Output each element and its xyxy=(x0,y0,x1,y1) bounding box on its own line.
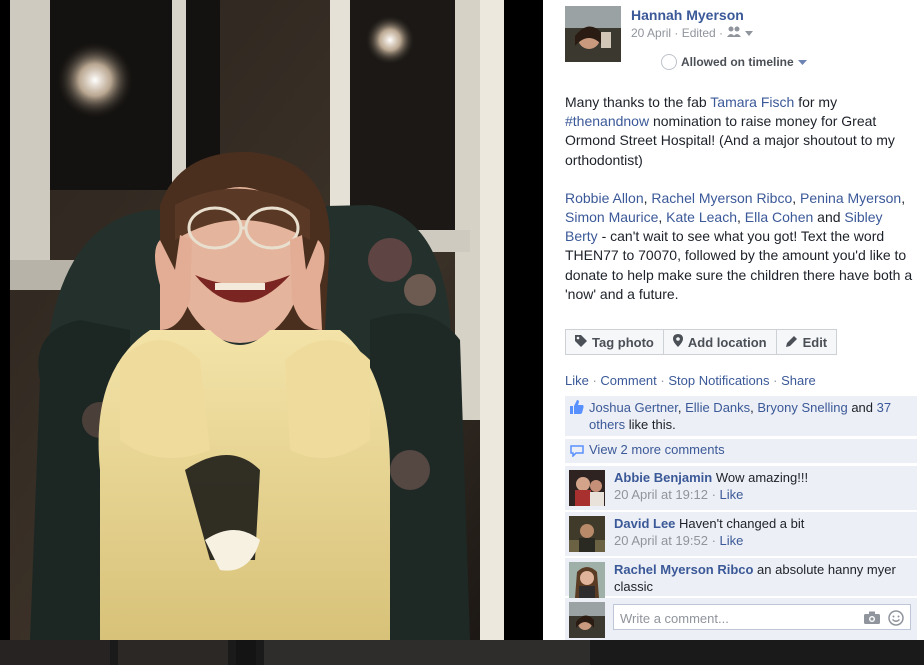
comment-bubble-icon xyxy=(570,445,584,460)
post-header: Hannah Myerson 20 April · Edited · Allow… xyxy=(565,6,915,76)
likes-summary: Joshua Gertner, Ellie Danks, Bryony Snel… xyxy=(565,396,917,436)
tagged-person-link[interactable]: Kate Leach xyxy=(666,209,737,225)
comment-composer: Write a comment... xyxy=(565,598,917,640)
share-link[interactable]: Share xyxy=(781,373,816,388)
comment-item: David Lee Haven't changed a bit 20 April… xyxy=(565,512,917,556)
comment-like-link[interactable]: Like xyxy=(720,487,744,502)
comment-text: Haven't changed a bit xyxy=(675,516,805,531)
tag-icon xyxy=(575,334,587,350)
ufi-action-links: Like · Comment · Stop Notifications · Sh… xyxy=(565,373,816,388)
caption-paragraph-2: Robbie Allon, Rachel Myerson Ribco, Peni… xyxy=(565,189,913,302)
tag-photo-button[interactable]: Tag photo xyxy=(565,329,664,355)
commenter-avatar[interactable] xyxy=(569,470,605,506)
author-avatar[interactable] xyxy=(565,6,621,62)
timeline-visibility[interactable]: Allowed on timeline xyxy=(661,54,807,70)
photo-illustration xyxy=(10,0,504,640)
comment-body: Rachel Myerson Ribco an absolute hanny m… xyxy=(614,561,907,595)
comment-author-link[interactable]: David Lee xyxy=(614,516,675,531)
commenter-avatar[interactable] xyxy=(569,516,605,552)
pencil-icon xyxy=(785,335,798,350)
thumbs-up-icon xyxy=(570,400,584,418)
tagged-person-link[interactable]: Tamara Fisch xyxy=(710,94,794,110)
photo-actions: Tag photo Add location Edit xyxy=(565,329,838,355)
avatar-illustration xyxy=(565,6,621,62)
caption-paragraph-1: Many thanks to the fab Tamara Fisch for … xyxy=(565,94,895,168)
view-more-comments[interactable]: View 2 more comments xyxy=(565,439,917,463)
tagged-person-link[interactable]: Rachel Myerson Ribco xyxy=(651,190,792,206)
photo-viewer[interactable] xyxy=(0,0,543,640)
post-photo[interactable] xyxy=(10,0,504,640)
viewer-avatar xyxy=(569,602,605,638)
location-pin-icon xyxy=(672,334,683,350)
comment-meta: 20 April at 19:12 · Like xyxy=(614,487,744,502)
author-name-link[interactable]: Hannah Myerson xyxy=(631,7,744,23)
comment-author-link[interactable]: Abbie Benjamin xyxy=(614,470,712,485)
edit-button[interactable]: Edit xyxy=(775,329,838,355)
liker-link[interactable]: Bryony Snelling xyxy=(757,400,847,415)
friends-icon[interactable] xyxy=(727,26,742,40)
stop-notifications-link[interactable]: Stop Notifications xyxy=(668,373,769,388)
comment-link[interactable]: Comment xyxy=(600,373,656,388)
comment-input[interactable]: Write a comment... xyxy=(613,604,911,630)
liker-link[interactable]: Joshua Gertner xyxy=(589,400,678,415)
like-link[interactable]: Like xyxy=(565,373,589,388)
comment-meta: 20 April at 19:52 · Like xyxy=(614,533,744,548)
comment-timestamp[interactable]: 20 April at 19:12 xyxy=(614,487,708,502)
comment-timestamp[interactable]: 20 April at 19:52 xyxy=(614,533,708,548)
comment-text: Wow amazing!!! xyxy=(712,470,809,485)
comment-body: Abbie Benjamin Wow amazing!!! 20 April a… xyxy=(614,469,907,503)
post-side-panel: Hannah Myerson 20 April · Edited · Allow… xyxy=(543,0,924,640)
timeline-label: Allowed on timeline xyxy=(681,55,794,69)
filmstrip-bar xyxy=(0,640,924,665)
post-caption: Many thanks to the fab Tamara Fisch for … xyxy=(565,93,917,323)
tagged-person-link[interactable]: Robbie Allon xyxy=(565,190,644,206)
chevron-down-icon[interactable] xyxy=(745,26,754,40)
hashtag-link[interactable]: #thenandnow xyxy=(565,113,649,129)
post-date[interactable]: 20 April · Edited · xyxy=(631,26,723,40)
commenter-avatar[interactable] xyxy=(569,562,605,598)
tagged-person-link[interactable]: Penina Myerson xyxy=(800,190,901,206)
add-location-button[interactable]: Add location xyxy=(662,329,777,355)
smiley-icon[interactable] xyxy=(888,610,904,630)
comment-body: David Lee Haven't changed a bit 20 April… xyxy=(614,515,907,549)
post-meta: 20 April · Edited · xyxy=(631,26,754,40)
tagged-person-link[interactable]: Ella Cohen xyxy=(745,209,814,225)
comment-like-link[interactable]: Like xyxy=(720,533,744,548)
tagged-person-link[interactable]: Simon Maurice xyxy=(565,209,658,225)
timeline-status-circle-icon xyxy=(661,54,677,70)
chevron-down-icon[interactable] xyxy=(797,55,807,69)
comment-author-link[interactable]: Rachel Myerson Ribco xyxy=(614,562,753,577)
comment-item: Rachel Myerson Ribco an absolute hanny m… xyxy=(565,558,917,598)
liker-link[interactable]: Ellie Danks xyxy=(685,400,750,415)
comment-input-placeholder: Write a comment... xyxy=(620,611,729,626)
camera-icon[interactable] xyxy=(864,611,880,628)
comment-item: Abbie Benjamin Wow amazing!!! 20 April a… xyxy=(565,466,917,510)
